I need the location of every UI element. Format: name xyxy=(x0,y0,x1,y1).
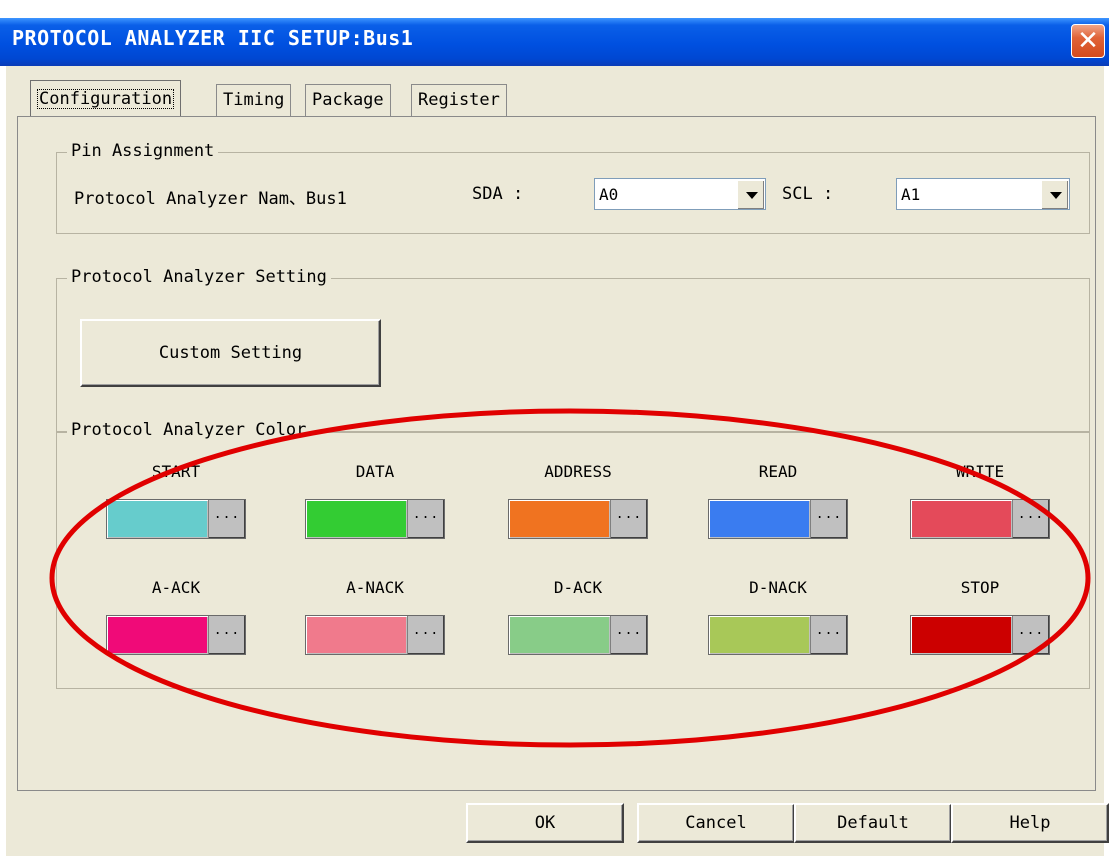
color-picker-start[interactable]: ... xyxy=(106,499,246,539)
color-preview xyxy=(307,501,406,537)
ellipsis-icon[interactable]: ... xyxy=(810,616,847,654)
color-picker-read[interactable]: ... xyxy=(708,499,848,539)
color-preview xyxy=(108,501,207,537)
color-picker-stop[interactable]: ... xyxy=(910,615,1050,655)
tab-label: Configuration xyxy=(37,89,175,109)
color-label-d-ack: D-ACK xyxy=(553,578,603,597)
color-preview xyxy=(108,617,207,653)
analyzer-setting-title: Protocol Analyzer Setting xyxy=(67,267,331,287)
top-strip xyxy=(6,0,1104,10)
cancel-button[interactable]: Cancel xyxy=(637,803,795,843)
sda-value: A0 xyxy=(599,185,619,204)
color-picker-data[interactable]: ... xyxy=(305,499,445,539)
tab-label: Register xyxy=(418,90,500,110)
close-icon: ✕ xyxy=(1077,26,1099,56)
sda-select[interactable]: A0 xyxy=(594,178,766,210)
ellipsis-icon[interactable]: ... xyxy=(610,500,647,538)
title-bar[interactable]: PROTOCOL ANALYZER IIC SETUP:Bus1 ✕ xyxy=(0,18,1109,66)
color-picker-a-nack[interactable]: ... xyxy=(305,615,445,655)
tab-timing[interactable]: Timing xyxy=(216,84,292,116)
tab-package[interactable]: Package xyxy=(305,84,391,116)
ok-button[interactable]: OK xyxy=(466,803,624,843)
scl-value: A1 xyxy=(901,185,921,204)
sda-label: SDA : xyxy=(472,184,524,204)
analyzer-color-title: Protocol Analyzer Color xyxy=(67,420,311,440)
close-button[interactable]: ✕ xyxy=(1071,24,1105,58)
color-picker-a-ack[interactable]: ... xyxy=(106,615,246,655)
ellipsis-icon[interactable]: ... xyxy=(1012,616,1049,654)
ellipsis-icon[interactable]: ... xyxy=(208,616,245,654)
color-picker-d-nack[interactable]: ... xyxy=(708,615,848,655)
color-preview xyxy=(307,617,406,653)
color-preview xyxy=(510,501,609,537)
tab-configuration[interactable]: Configuration xyxy=(30,80,182,117)
tab-register[interactable]: Register xyxy=(411,84,507,116)
window-title: PROTOCOL ANALYZER IIC SETUP:Bus1 xyxy=(12,26,414,50)
ok-label: OK xyxy=(534,813,556,833)
tab-label: Timing xyxy=(223,90,285,110)
default-label: Default xyxy=(837,813,909,833)
color-label-write: WRITE xyxy=(955,462,1005,481)
scl-label: SCL : xyxy=(782,184,834,204)
pin-assignment-title: Pin Assignment xyxy=(67,141,219,161)
color-label-a-nack: A-NACK xyxy=(346,578,404,597)
tab-label: Package xyxy=(312,90,384,110)
color-preview xyxy=(710,501,809,537)
color-preview xyxy=(510,617,609,653)
color-label-start: START xyxy=(151,462,201,481)
color-label-address: ADDRESS xyxy=(544,462,612,481)
color-picker-write[interactable]: ... xyxy=(910,499,1050,539)
scl-select[interactable]: A1 xyxy=(896,178,1070,210)
color-preview xyxy=(912,617,1011,653)
ellipsis-icon[interactable]: ... xyxy=(1012,500,1049,538)
color-picker-d-ack[interactable]: ... xyxy=(508,615,648,655)
color-preview xyxy=(912,501,1011,537)
ellipsis-icon[interactable]: ... xyxy=(208,500,245,538)
color-label-a-ack: A-ACK xyxy=(151,578,201,597)
color-label-d-nack: D-NACK xyxy=(749,578,807,597)
chevron-down-icon[interactable] xyxy=(1041,180,1068,209)
ellipsis-icon[interactable]: ... xyxy=(407,500,444,538)
cancel-label: Cancel xyxy=(685,813,747,833)
ellipsis-icon[interactable]: ... xyxy=(610,616,647,654)
help-button[interactable]: Help xyxy=(951,803,1109,843)
custom-setting-button[interactable]: Custom Setting xyxy=(80,319,381,387)
color-picker-address[interactable]: ... xyxy=(508,499,648,539)
custom-setting-label: Custom Setting xyxy=(158,343,303,363)
color-label-read: READ xyxy=(758,462,798,481)
ellipsis-icon[interactable]: ... xyxy=(810,500,847,538)
help-label: Help xyxy=(1009,813,1051,833)
color-label-stop: STOP xyxy=(960,578,1000,597)
ellipsis-icon[interactable]: ... xyxy=(407,616,444,654)
color-label-data: DATA xyxy=(355,462,395,481)
default-button[interactable]: Default xyxy=(794,803,952,843)
analyzer-name-label: Protocol Analyzer Nam、Bus1 xyxy=(74,189,347,209)
color-preview xyxy=(710,617,809,653)
chevron-down-icon[interactable] xyxy=(737,180,764,209)
